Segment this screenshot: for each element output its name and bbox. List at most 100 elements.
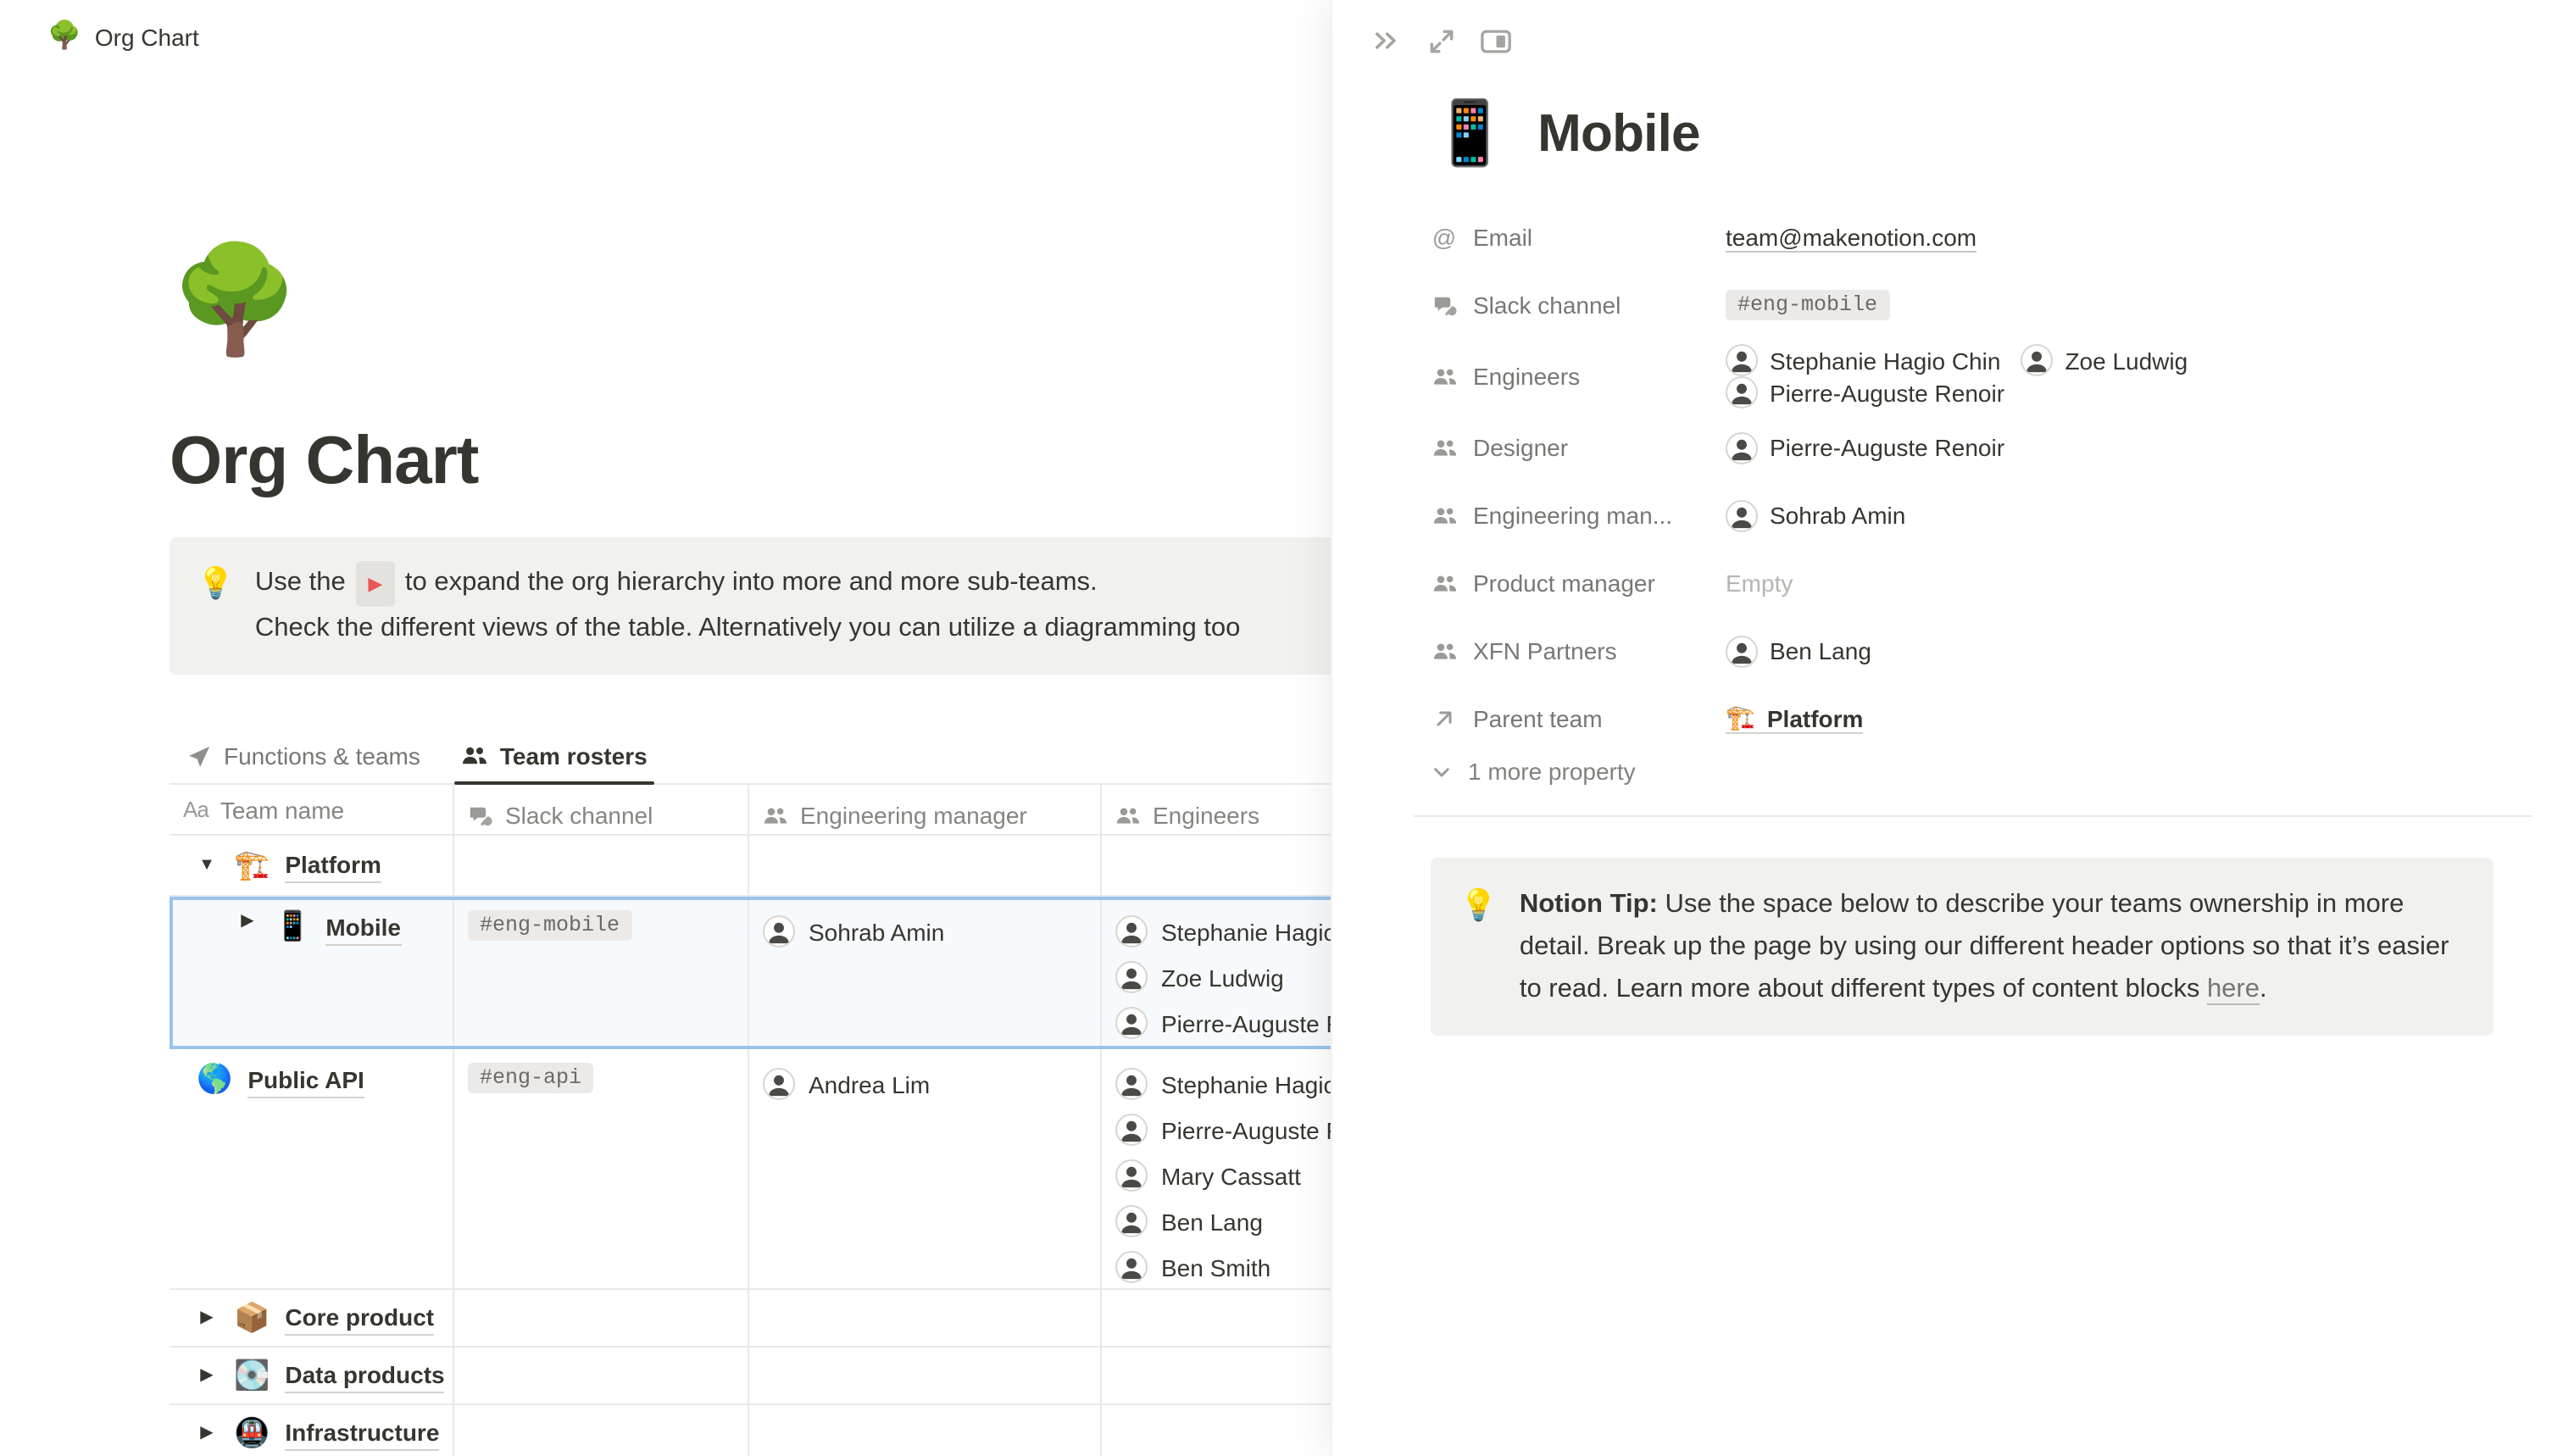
dart-icon xyxy=(186,743,212,769)
person-chip[interactable]: Zoe Ludwig xyxy=(2021,344,2188,376)
lightbulb-icon: 💡 xyxy=(1459,883,1498,1010)
callout-text: Use the ▶ to expand the org hierarchy in… xyxy=(255,561,1241,651)
toggle-example-chip: ▶ xyxy=(356,561,394,607)
avatar xyxy=(1115,915,1148,948)
person-chip[interactable]: Andrea Lim xyxy=(763,1061,1087,1107)
breadcrumb[interactable]: 🌳 Org Chart xyxy=(47,24,199,51)
close-peek-double-chevron-icon[interactable] xyxy=(1370,24,1404,58)
people-icon xyxy=(1431,503,1458,528)
team-page-link[interactable]: Public API xyxy=(247,1064,364,1098)
avatar xyxy=(1115,1068,1148,1100)
property-label-email[interactable]: @ Email xyxy=(1431,224,1726,251)
column-header-slack-channel[interactable]: Slack channel xyxy=(454,785,749,834)
team-emoji: 💽 xyxy=(234,1361,270,1390)
team-emoji: 📦 xyxy=(234,1303,270,1332)
person-chip[interactable]: Sohrab Amin xyxy=(1726,499,1905,531)
person-chip[interactable]: Sohrab Amin xyxy=(763,909,1087,954)
tab-team-rosters[interactable]: Team rosters xyxy=(444,736,664,783)
avatar xyxy=(763,915,795,948)
property-list: @ Email team@makenotion.com Slack channe… xyxy=(1431,208,2468,1036)
team-page-link[interactable]: Core product xyxy=(285,1301,434,1335)
property-row-engineering-manager: Engineering man... Sohrab Amin xyxy=(1431,486,2468,544)
people-icon xyxy=(461,742,488,770)
property-row-designer: Designer Pierre-Auguste Renoir xyxy=(1431,419,2468,476)
chat-icon xyxy=(1431,292,1458,318)
toggle-expanded-icon[interactable]: ▼ xyxy=(193,856,220,875)
property-label-engineers[interactable]: Engineers xyxy=(1431,363,1726,390)
team-emoji: 🌎 xyxy=(197,1064,232,1093)
team-page-link[interactable]: Data products xyxy=(285,1359,444,1392)
property-label-product-manager[interactable]: Product manager xyxy=(1431,570,1726,597)
people-icon xyxy=(763,803,788,828)
text-type-icon: Aa xyxy=(183,797,208,822)
chat-icon xyxy=(468,803,493,828)
mobile-phone-icon[interactable]: 📱 xyxy=(1431,102,1509,164)
person-chip[interactable]: Pierre-Auguste Renoir xyxy=(1726,376,2004,408)
arrow-up-right-icon xyxy=(1431,707,1458,731)
person-chip[interactable]: Ben Lang xyxy=(1726,635,1871,667)
column-header-team-name[interactable]: Aa Team name xyxy=(170,785,454,834)
column-header-engineering-manager[interactable]: Engineering manager xyxy=(749,785,1102,834)
person-chip[interactable]: Pierre-Auguste Renoir xyxy=(1726,431,2004,464)
team-emoji: 📱 xyxy=(275,912,310,941)
avatar xyxy=(1726,376,1758,408)
avatar xyxy=(1115,961,1148,993)
expand-page-icon[interactable] xyxy=(1424,24,1458,58)
avatar xyxy=(1726,344,1758,376)
avatar xyxy=(1726,431,1758,464)
property-label-designer[interactable]: Designer xyxy=(1431,434,1726,461)
property-row-xfn-partners: XFN Partners Ben Lang xyxy=(1431,622,2468,680)
side-peek-mode-icon[interactable] xyxy=(1478,24,1512,58)
properties-divider xyxy=(1414,815,2532,817)
avatar xyxy=(1115,1007,1148,1039)
notion-tip-callout: 💡 Notion Tip: Use the space below to des… xyxy=(1431,858,2494,1036)
parent-team-link[interactable]: 🏗️ Platform xyxy=(1726,703,1863,734)
toggle-collapsed-icon[interactable]: ▶ xyxy=(193,1424,220,1442)
lightbulb-icon: 💡 xyxy=(197,561,235,651)
team-page-link[interactable]: Platform xyxy=(285,848,381,882)
avatar xyxy=(1115,1251,1148,1283)
avatar xyxy=(1115,1159,1148,1192)
toggle-triangle-icon: ▶ xyxy=(368,575,382,595)
here-link[interactable]: here xyxy=(2207,975,2260,1005)
breadcrumb-title: Org Chart xyxy=(95,24,199,51)
toggle-collapsed-icon[interactable]: ▶ xyxy=(193,1309,220,1327)
tab-functions-and-teams[interactable]: Functions & teams xyxy=(170,736,437,783)
property-row-email: @ Email team@makenotion.com xyxy=(1431,208,2468,266)
slack-channel-tag: #eng-mobile xyxy=(1726,290,1889,320)
people-icon xyxy=(1431,638,1458,664)
panel-controls xyxy=(1332,0,2563,58)
avatar xyxy=(763,1068,795,1100)
at-icon: @ xyxy=(1431,224,1458,251)
avatar xyxy=(1115,1114,1148,1146)
page-icon[interactable]: 🌳 xyxy=(170,237,298,366)
people-icon xyxy=(1431,364,1458,389)
empty-value: Empty xyxy=(1726,570,1793,597)
more-properties-button[interactable]: 1 more property xyxy=(1431,758,2468,785)
person-chip[interactable]: Stephanie Hagio Chin xyxy=(1726,344,2000,376)
side-peek-panel: 📱 Mobile @ Email team@makenotion.com Sla… xyxy=(1331,0,2563,1456)
property-row-product-manager: Product manager Empty xyxy=(1431,554,2468,612)
team-emoji: 🏗️ xyxy=(234,851,270,880)
property-label-xfn-partners[interactable]: XFN Partners xyxy=(1431,637,1726,664)
property-label-slack-channel[interactable]: Slack channel xyxy=(1431,292,1726,319)
email-link[interactable]: team@makenotion.com xyxy=(1726,223,1976,252)
team-page-link[interactable]: Mobile xyxy=(325,912,401,946)
page-tree-icon: 🌳 xyxy=(47,24,81,51)
avatar xyxy=(1726,499,1758,531)
panel-page-title: Mobile xyxy=(1537,103,1700,164)
toggle-collapsed-icon[interactable]: ▶ xyxy=(234,912,261,931)
team-page-link[interactable]: Infrastructure xyxy=(285,1416,439,1450)
tip-text: Notion Tip: Use the space below to descr… xyxy=(1520,883,2465,1010)
slack-channel-tag: #eng-mobile xyxy=(468,910,631,941)
team-emoji: 🏗️ xyxy=(1726,703,1755,732)
avatar xyxy=(1726,635,1758,667)
avatar xyxy=(1115,1205,1148,1237)
toggle-collapsed-icon[interactable]: ▶ xyxy=(193,1366,220,1385)
property-row-parent-team: Parent team 🏗️ Platform xyxy=(1431,690,2468,747)
property-row-slack-channel: Slack channel #eng-mobile xyxy=(1431,276,2468,334)
property-label-engineering-manager[interactable]: Engineering man... xyxy=(1431,502,1726,529)
app-window: 🌳 Org Chart 🌳 Org Chart 💡 Use the ▶ to e… xyxy=(0,0,2563,1456)
property-label-parent-team[interactable]: Parent team xyxy=(1431,705,1726,732)
property-row-engineers: Engineers Stephanie Hagio Chin Zoe Ludwi… xyxy=(1431,344,2468,408)
